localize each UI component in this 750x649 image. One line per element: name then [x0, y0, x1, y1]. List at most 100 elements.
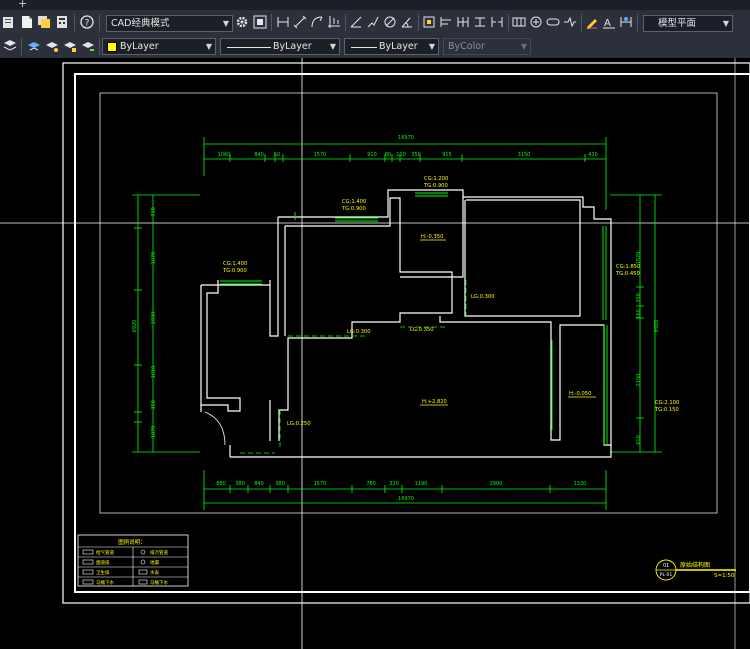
dim-top: 50	[274, 152, 280, 158]
quick-dim-icon[interactable]	[422, 15, 436, 29]
dim-top: 80	[385, 152, 391, 158]
dim-angular-icon[interactable]	[400, 15, 414, 29]
walls	[200, 189, 612, 458]
annotation-label: CG:1.200	[424, 176, 448, 182]
document-tab-strip: +	[0, 0, 750, 10]
dim-right: 1570	[636, 252, 642, 265]
svg-text:?: ?	[85, 19, 90, 29]
dim-bottom: 880	[216, 481, 226, 487]
dim-top: 840	[254, 152, 264, 158]
dim-left: 730	[151, 207, 157, 217]
dim-update-icon[interactable]	[619, 15, 633, 29]
dim-right: 2150	[636, 374, 642, 387]
annotation-label: H:-0.350	[421, 234, 443, 240]
dim-bottom: 780	[366, 481, 376, 487]
linetype-select[interactable]: ByLayer ▼	[220, 38, 340, 55]
layer-previous-icon[interactable]	[27, 39, 41, 53]
dim-radius-icon[interactable]	[349, 15, 363, 29]
dim-bottom: 2900	[490, 481, 503, 487]
dim-top: 915	[442, 152, 452, 158]
dim-top: 350	[411, 152, 421, 158]
dim-aligned-icon[interactable]	[293, 15, 307, 29]
dim-linear-icon[interactable]	[276, 15, 290, 29]
dim-top: 1570	[314, 152, 327, 158]
workspace-select[interactable]: CAD经典模式 ▼	[106, 15, 233, 32]
legend-item: 排污管道	[150, 549, 168, 556]
dim-left: 1930	[151, 312, 157, 325]
legend-item: 卫生排	[96, 569, 110, 576]
dim-right-overall: 6920	[654, 320, 660, 333]
dim-jogged-icon[interactable]	[366, 15, 380, 29]
dim-text-edit-icon[interactable]: A	[602, 15, 616, 29]
layer-match-icon[interactable]	[81, 39, 95, 53]
dim-bottom: 1320	[574, 481, 587, 487]
annotation-label: LG:0.300	[471, 294, 495, 300]
dim-left: 1610	[151, 366, 157, 379]
annotation-label: CG:1.400	[342, 199, 366, 205]
title-block: 01 PL-01 原始结构图 S=1:50	[655, 559, 736, 581]
viewport-frame	[99, 92, 718, 514]
dim-continue-icon[interactable]	[456, 15, 470, 29]
dim-break-icon[interactable]	[490, 15, 504, 29]
layer-icon[interactable]	[2, 15, 16, 29]
toolbar-standard: ? CAD经典模式 ▼ A 模型平面 ▼	[0, 10, 750, 36]
legend-item: 水表	[150, 569, 159, 576]
drawing-title: 原始结构图	[680, 561, 710, 569]
workspace-settings-icon[interactable]	[253, 15, 267, 29]
color-swatch	[107, 42, 117, 52]
jog-line-icon[interactable]	[563, 15, 577, 29]
dim-right: 160	[636, 309, 642, 319]
layers-properties-icon[interactable]	[37, 15, 51, 29]
layer-manager-icon[interactable]	[3, 39, 17, 53]
dim-bottom: 380	[275, 481, 285, 487]
legend-item: 地漏	[150, 559, 159, 566]
dim-top: 100	[396, 152, 406, 158]
annotation-label: TG:0.900	[341, 206, 366, 212]
dim-baseline-icon[interactable]	[439, 15, 453, 29]
annotation-label: TG:0.450	[615, 271, 640, 277]
dim-left: 1070	[151, 426, 157, 439]
dim-arc-icon[interactable]	[310, 15, 324, 29]
inspect-icon[interactable]	[546, 15, 560, 29]
gear-icon[interactable]	[235, 15, 249, 29]
legend-item: 马桶下水	[96, 579, 114, 586]
lineweight-select[interactable]: ByLayer ▼	[344, 38, 439, 55]
chevron-down-icon: ▼	[520, 42, 527, 51]
drawing-scale: S=1:50	[714, 573, 735, 579]
dim-bottom: 1190	[415, 481, 428, 487]
layer-lock-icon[interactable]	[63, 39, 77, 53]
center-mark-icon[interactable]	[529, 15, 543, 29]
layout-select[interactable]: 模型平面 ▼	[643, 15, 733, 32]
dim-ordinate-icon[interactable]	[327, 15, 341, 29]
legend-item: 给气管道	[96, 549, 114, 556]
dim-space-icon[interactable]	[473, 15, 487, 29]
dim-overall-bottom: 16970	[398, 496, 414, 502]
document-icon[interactable]	[20, 15, 34, 29]
dim-top: 1060	[218, 152, 231, 158]
svg-text:A: A	[604, 18, 611, 29]
annotation-label: LG:0.350	[410, 327, 434, 333]
annotation-label: CG:2.100	[655, 400, 679, 406]
annotation-label: TG:0.900	[423, 183, 448, 189]
dim-bottom: 1570	[314, 481, 327, 487]
dim-left: 350	[151, 400, 157, 410]
dim-diameter-icon[interactable]	[383, 15, 397, 29]
color-select[interactable]: ByLayer ▼	[102, 38, 216, 55]
help-icon[interactable]: ?	[80, 15, 94, 29]
dim-bottom: 840	[254, 481, 264, 487]
new-tab-button[interactable]: +	[18, 0, 27, 10]
dim-right: 610	[636, 435, 642, 445]
calculator-icon[interactable]	[55, 15, 69, 29]
dim-left: 1670	[151, 252, 157, 265]
layer-isolate-icon[interactable]	[45, 39, 59, 53]
dimension-lines	[132, 137, 662, 510]
annotation-label: LG:0.300	[347, 329, 371, 335]
dim-top: 430	[588, 152, 598, 158]
tolerance-icon[interactable]	[512, 15, 526, 29]
floor-plan-drawing: 16970 1060 840 50 1570 910 80 100 350 91…	[0, 58, 750, 649]
drawing-number: 01	[663, 563, 669, 569]
chevron-down-icon: ▼	[205, 42, 212, 51]
annotation-label: CG:1.850	[616, 264, 640, 270]
drawing-canvas[interactable]: 16970 1060 840 50 1570 910 80 100 350 91…	[0, 58, 750, 649]
dim-edit-icon[interactable]	[585, 15, 599, 29]
